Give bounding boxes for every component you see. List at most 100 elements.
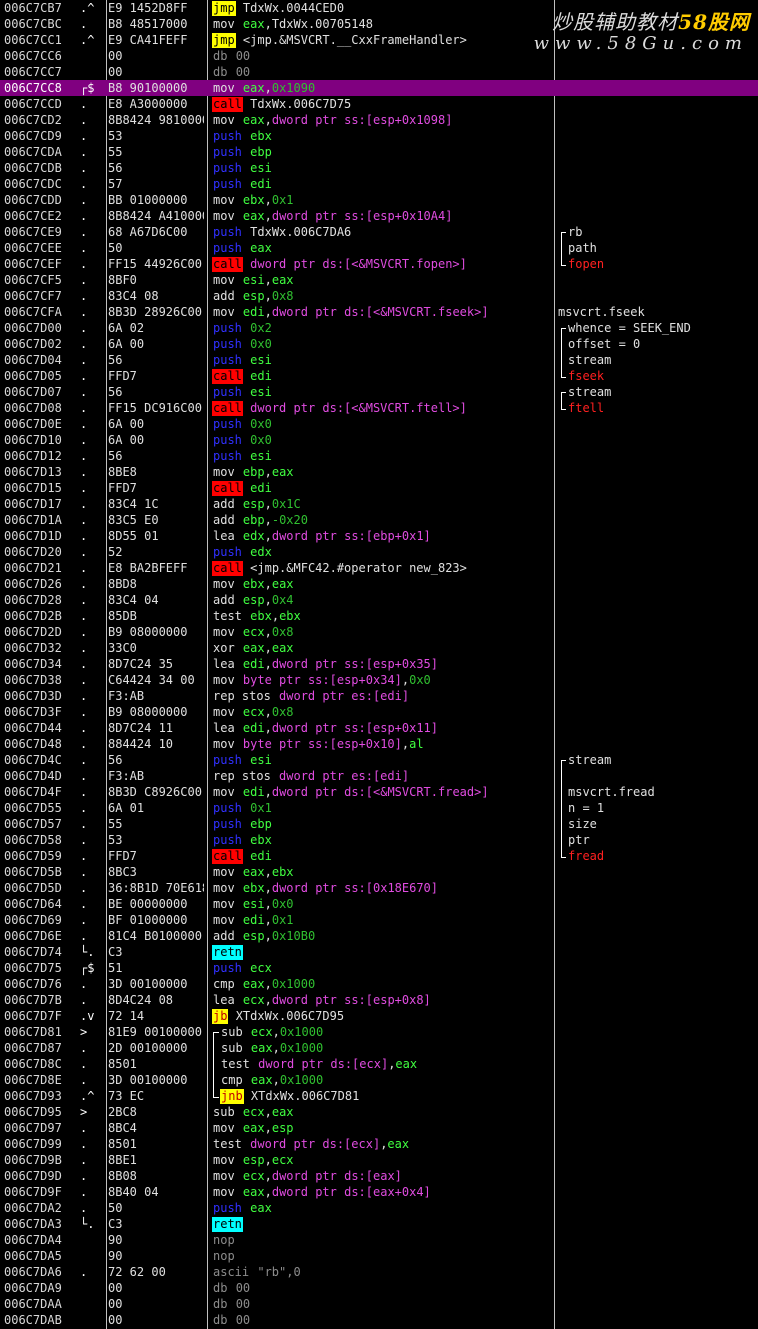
disasm-row[interactable]: 006C7D99. 8501 test dword ptr ds:[ecx],eax [0, 1136, 758, 1152]
disasm-row[interactable]: 006C7D20. 52 push edx [0, 544, 758, 560]
disasm-row[interactable]: 006C7D12. 56 push esi [0, 448, 758, 464]
operand-token: 0x0 [271, 897, 294, 911]
disasm-row[interactable]: 006C7CEE. 50 push eax path [0, 240, 758, 256]
address-cell: 006C7D8E [4, 1073, 62, 1087]
disasm-row[interactable]: 006C7D1A. 83C5 E0 add ebp,-0x20 [0, 512, 758, 528]
disasm-row[interactable]: 006C7DA2. 50 push eax [0, 1200, 758, 1216]
disasm-row[interactable]: 006C7CC7 00 db 00 [0, 64, 758, 80]
disasm-row[interactable]: 006C7D93 .^ 73 EC jnb XTdxWx.006C7D81 [0, 1088, 758, 1104]
disasm-row[interactable]: 006C7D9D. 8B08 mov ecx,dword ptr ds:[eax] [0, 1168, 758, 1184]
disasm-row[interactable]: 006C7CDA. 55 push ebp [0, 144, 758, 160]
disasm-row[interactable]: 006C7D10. 6A 00 push 0x0 [0, 432, 758, 448]
disasm-row[interactable]: 006C7D4D. F3:AB rep stos dword ptr es:[edi… [0, 768, 758, 784]
jump-marker: . [80, 465, 88, 479]
disasm-row[interactable]: 006C7CFA. 8B3D 28926C00 mov edi,dword ptr … [0, 304, 758, 320]
disasm-row[interactable]: 006C7D1D. 8D55 01 lea edx,dword ptr ss:[eb… [0, 528, 758, 544]
disasm-row[interactable]: 006C7DA4 90 nop [0, 1232, 758, 1248]
disasm-row[interactable]: 006C7D6E. 81C4 B0100000 add esp,0x10B0 [0, 928, 758, 944]
disasm-row[interactable]: 006C7D07. 56 push esi stream [0, 384, 758, 400]
disasm-row[interactable]: 006C7D97. 8BC4 mov eax,esp [0, 1120, 758, 1136]
disasm-row[interactable]: 006C7D58. 53 push ebx ptr [0, 832, 758, 848]
disasm-row[interactable]: 006C7D64. BE 00000000 mov esi,0x0 [0, 896, 758, 912]
disasm-row[interactable]: 006C7D38. C64424 34 00 mov byte ptr ss:[es… [0, 672, 758, 688]
disasm-row[interactable]: 006C7D05. FFD7 call edi fseek [0, 368, 758, 384]
disasm-row[interactable]: 006C7D32. 33C0 xor eax,eax [0, 640, 758, 656]
disasm-row[interactable]: 006C7D55. 6A 01 push 0x1 n = 1 [0, 800, 758, 816]
disasm-row[interactable]: 006C7D2B. 85DB test ebx,ebx [0, 608, 758, 624]
disasm-row[interactable]: 006C7D9B. 8BE1 mov esp,ecx [0, 1152, 758, 1168]
disasm-row[interactable]: 006C7DA3 └. C3 retn [0, 1216, 758, 1232]
disasm-row[interactable]: 006C7D76. 3D 00100000 cmp eax,0x1000 [0, 976, 758, 992]
disasm-row[interactable]: 006C7D02. 6A 00 push 0x0 offset = 0 [0, 336, 758, 352]
hex-dump-cell: 8D55 01 [108, 529, 159, 543]
disasm-row[interactable]: 006C7D3F. B9 08000000 mov ecx,0x8 [0, 704, 758, 720]
disasm-row[interactable]: 006C7D00. 6A 02 push 0x2 whence = SEEK_END [0, 320, 758, 336]
operand-token: dword ptr ss:[esp+0x11] [271, 721, 439, 735]
disasm-row[interactable]: 006C7D8E. 3D 00100000 cmp eax,0x1000 [0, 1072, 758, 1088]
disasm-row[interactable]: 006C7CDD. BB 01000000 mov ebx,0x1 [0, 192, 758, 208]
disasm-row[interactable]: 006C7CF7. 83C4 08 add esp,0x8 [0, 288, 758, 304]
disasm-row[interactable]: 006C7D5B. 8BC3 mov eax,ebx [0, 864, 758, 880]
disasm-row[interactable]: 006C7D57. 55 push ebp size [0, 816, 758, 832]
disasm-row[interactable]: 006C7D59. FFD7 call edi fread [0, 848, 758, 864]
disasm-row[interactable]: 006C7D2D. B9 08000000 mov ecx,0x8 [0, 624, 758, 640]
disasm-row[interactable]: 006C7CE2. 8B8424 A4100000 mov eax,dword pt… [0, 208, 758, 224]
disasm-row[interactable]: 006C7D8C. 8501 test dword ptr ds:[ecx],eax [0, 1056, 758, 1072]
disasm-row[interactable]: 006C7D44. 8D7C24 11 lea edi,dword ptr ss:[… [0, 720, 758, 736]
disasm-row[interactable]: 006C7D87. 2D 00100000 sub eax,0x1000 [0, 1040, 758, 1056]
disasm-row[interactable]: 006C7D28. 83C4 04 add esp,0x4 [0, 592, 758, 608]
disassembly-view[interactable]: 006C7CB7 .^ E9 1452D8FF jmp TdxWx.0044CED0 0… [0, 0, 758, 1329]
disasm-row[interactable]: 006C7D15. FFD7 call edi [0, 480, 758, 496]
disasm-row[interactable]: 006C7D3D. F3:AB rep stos dword ptr es:[edi… [0, 688, 758, 704]
disasm-row[interactable]: 006C7D9F. 8B40 04 mov eax,dword ptr ds:[ea… [0, 1184, 758, 1200]
opcode-mnemonic: push [213, 801, 242, 815]
disasm-row[interactable]: 006C7D04. 56 push esi stream [0, 352, 758, 368]
disasm-row[interactable]: 006C7CD2. 8B8424 98100000 mov eax,dword pt… [0, 112, 758, 128]
disasm-row[interactable]: 006C7D75 ┌$ 51 push ecx [0, 960, 758, 976]
disasm-row[interactable]: 006C7CC8 ┌$ B8 90100000 mov eax,0x1090 [0, 80, 758, 96]
disasm-row[interactable]: 006C7D34. 8D7C24 35 lea edi,dword ptr ss:[… [0, 656, 758, 672]
disasm-row[interactable]: 006C7CCD. E8 A3000000 call TdxWx.006C7D75 [0, 96, 758, 112]
address-cell: 006C7CDD [4, 193, 62, 207]
disasm-row[interactable]: 006C7D08. FF15 DC916C00 call dword ptr ds:… [0, 400, 758, 416]
disasm-row[interactable]: 006C7DAB 00 db 00 [0, 1312, 758, 1328]
opcode-mnemonic: mov [213, 625, 235, 639]
disasm-row[interactable]: 006C7D26. 8BD8 mov ebx,eax [0, 576, 758, 592]
disasm-row[interactable]: 006C7D5D. 36:8B1D 70E618 mov ebx,dword ptr… [0, 880, 758, 896]
operand-token: , [264, 705, 272, 719]
disasm-row[interactable]: 006C7DA5 90 nop [0, 1248, 758, 1264]
disasm-row[interactable]: 006C7CF5. 8BF0 mov esi,eax [0, 272, 758, 288]
disasm-row[interactable]: 006C7DA9 00 db 00 [0, 1280, 758, 1296]
operand-token: "rb",0 [257, 1265, 301, 1279]
disasm-row[interactable]: 006C7CD9. 53 push ebx [0, 128, 758, 144]
disasm-row[interactable]: 006C7CE9. 68 A67D6C00 push TdxWx.006C7DA6 r… [0, 224, 758, 240]
disasm-row[interactable]: 006C7D48. 884424 10 mov byte ptr ss:[esp+0… [0, 736, 758, 752]
disasm-row[interactable]: 006C7D17. 83C4 1C add esp,0x1C [0, 496, 758, 512]
disasm-row[interactable]: 006C7CDB. 56 push esi [0, 160, 758, 176]
disasm-row[interactable]: 006C7D13. 8BE8 mov ebp,eax [0, 464, 758, 480]
disasm-row[interactable]: 006C7D69. BF 01000000 mov edi,0x1 [0, 912, 758, 928]
hex-dump-cell: 85DB [108, 609, 137, 623]
address-cell: 006C7D69 [4, 913, 62, 927]
operand-token: , [264, 81, 272, 95]
disasm-row[interactable]: 006C7D4C. 56 push esi stream [0, 752, 758, 768]
jump-marker: . [80, 177, 88, 191]
disasm-row[interactable]: 006C7D81 >81E9 00100000 sub ecx,0x1000 [0, 1024, 758, 1040]
disasm-row[interactable]: 006C7CEF. FF15 44926C00 call dword ptr ds:… [0, 256, 758, 272]
disasm-row[interactable]: 006C7D7F .v 72 14 jb XTdxWx.006C7D95 [0, 1008, 758, 1024]
disasm-row[interactable]: 006C7D7B. 8D4C24 08 lea ecx,dword ptr ss:[… [0, 992, 758, 1008]
opcode-mnemonic: mov [213, 913, 235, 927]
disasm-row[interactable]: 006C7D4F. 8B3D C8926C00 mov edi,dword ptr … [0, 784, 758, 800]
opcode-mnemonic: push [213, 1201, 242, 1215]
disasm-cell: push TdxWx.006C7DA6 [212, 224, 351, 240]
disasm-row[interactable]: 006C7DAA 00 db 00 [0, 1296, 758, 1312]
opcode-mnemonic: call [212, 257, 243, 272]
hex-dump-cell: 57 [108, 177, 123, 191]
disasm-row[interactable]: 006C7D0E. 6A 00 push 0x0 [0, 416, 758, 432]
disasm-row[interactable]: 006C7CDC. 57 push edi [0, 176, 758, 192]
disasm-row[interactable]: 006C7D21. E8 BA2BFEFF call <jmp.&MFC42.#op… [0, 560, 758, 576]
disasm-row[interactable]: 006C7DA6. 72 62 00 ascii "rb",0 [0, 1264, 758, 1280]
operand-token: esi [242, 897, 265, 911]
disasm-row[interactable]: 006C7D74 └. C3 retn [0, 944, 758, 960]
disasm-row[interactable]: 006C7D95 >2BC8 sub ecx,eax [0, 1104, 758, 1120]
